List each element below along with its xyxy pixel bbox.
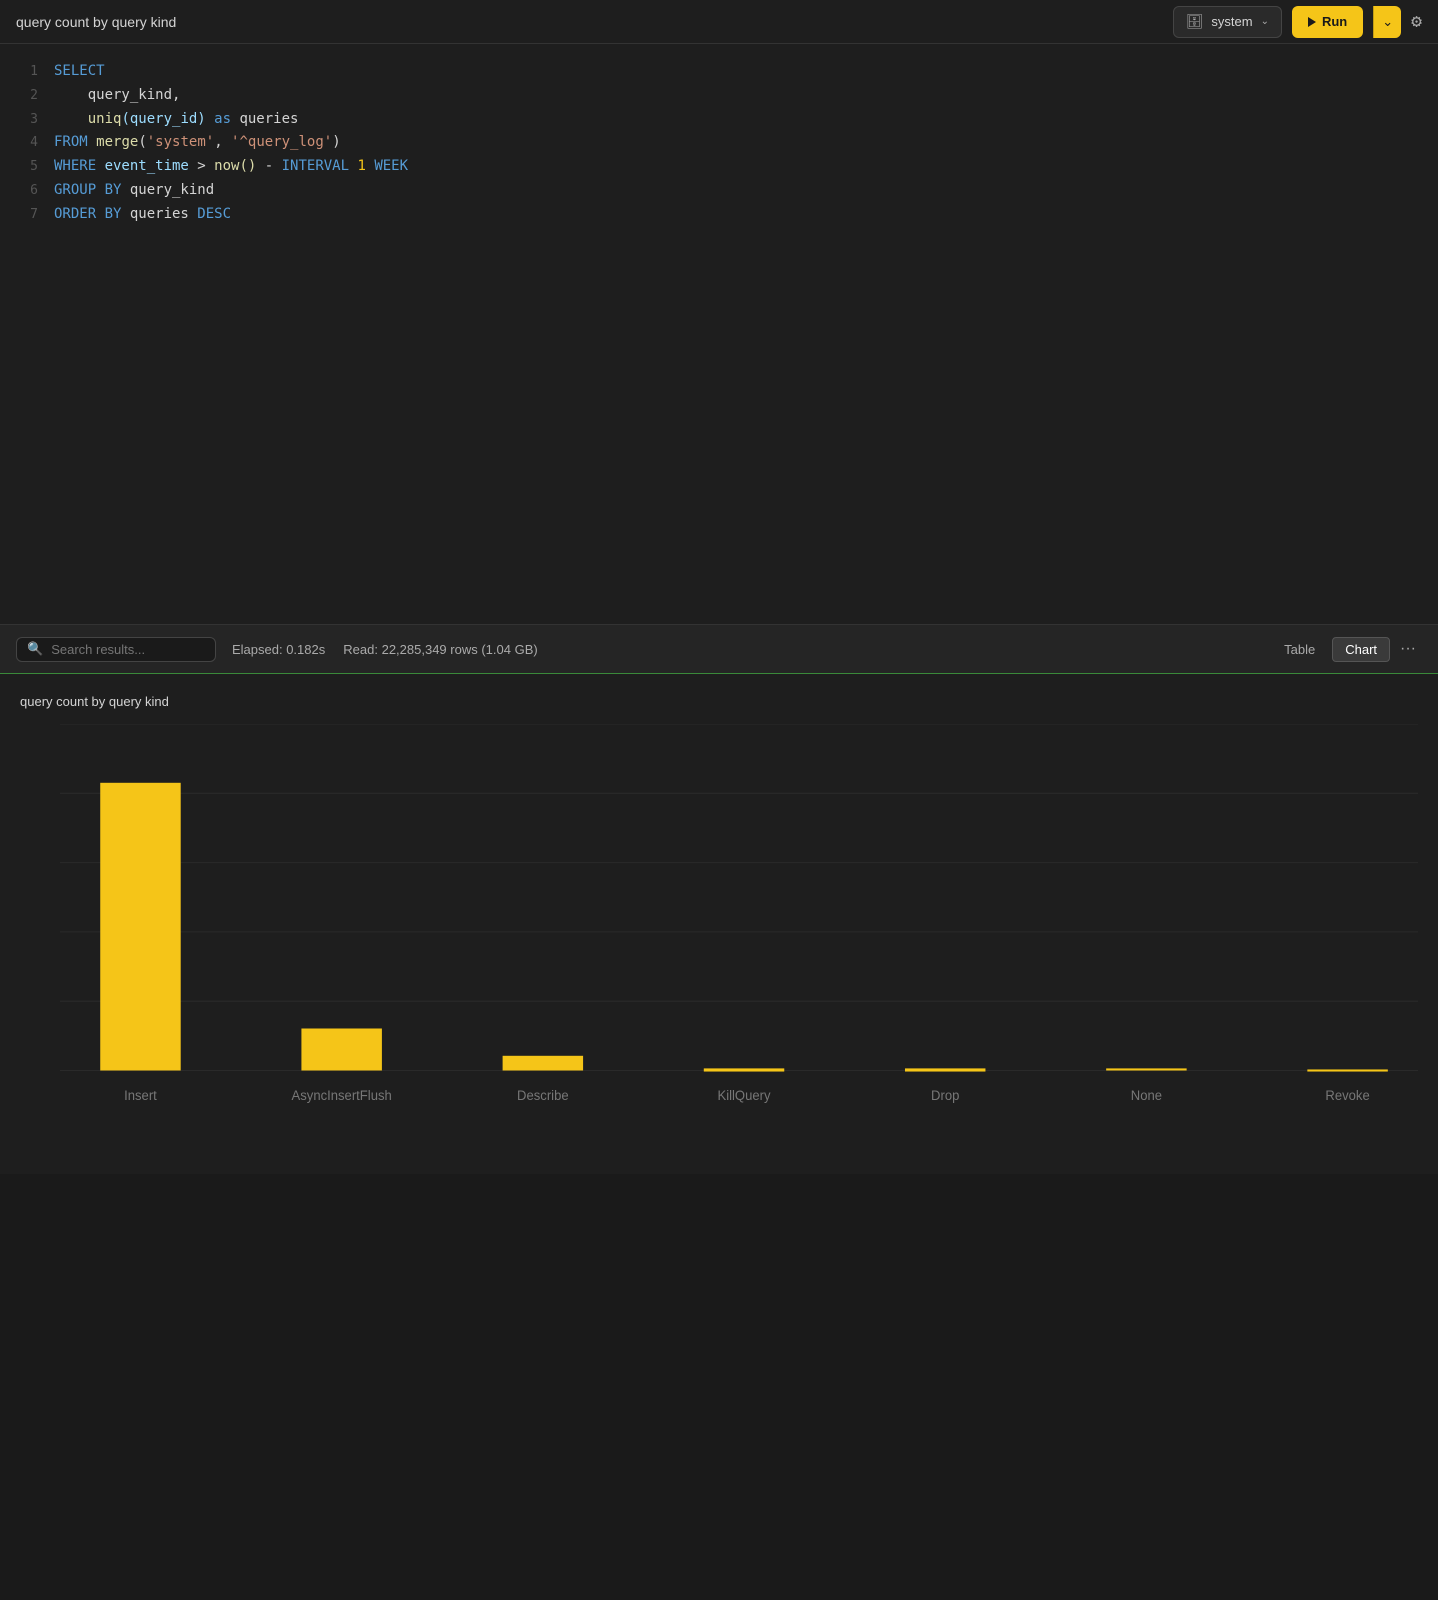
code-token: query_kind bbox=[54, 87, 172, 103]
svg-text:KillQuery: KillQuery bbox=[718, 1088, 771, 1103]
chart-title: query count by query kind bbox=[20, 694, 169, 709]
run-button[interactable]: Run bbox=[1292, 6, 1363, 38]
elapsed-text: Elapsed: 0.182s bbox=[232, 642, 325, 657]
table-view-button[interactable]: Table bbox=[1271, 637, 1328, 662]
code-token: uniq bbox=[88, 111, 122, 127]
code-line: 2 query_kind, bbox=[0, 84, 1438, 108]
chart-view-button[interactable]: Chart bbox=[1332, 637, 1390, 662]
chart-area: query count by query kind 10M 8M 6M 4M 2… bbox=[0, 674, 1438, 1174]
read-text: Read: 22,285,349 rows (1.04 GB) bbox=[343, 642, 537, 657]
code-token: queries bbox=[130, 206, 197, 222]
search-box[interactable]: 🔍 bbox=[16, 637, 216, 662]
code-token: , bbox=[214, 134, 231, 150]
header-controls: 🗄 system ⌄ Run ⌄ ⚙ bbox=[1173, 6, 1422, 38]
code-line: 7 ORDER BY queries DESC bbox=[0, 203, 1438, 227]
code-token: > bbox=[197, 158, 214, 174]
svg-text:Revoke: Revoke bbox=[1325, 1088, 1369, 1103]
line-number: 2 bbox=[8, 85, 38, 107]
code-token: SELECT bbox=[54, 63, 105, 79]
db-selector[interactable]: 🗄 system ⌄ bbox=[1173, 6, 1282, 38]
code-token: GROUP BY bbox=[54, 182, 130, 198]
code-token: now() bbox=[214, 158, 256, 174]
code-content: SELECT bbox=[54, 60, 105, 84]
run-dropdown-button[interactable]: ⌄ bbox=[1373, 6, 1401, 38]
chevron-icon: ⌄ bbox=[1261, 16, 1269, 27]
bar-describe bbox=[503, 1056, 583, 1071]
line-number: 1 bbox=[8, 61, 38, 83]
code-line: 5 WHERE event_time > now() - INTERVAL 1 W… bbox=[0, 155, 1438, 179]
code-token: as bbox=[214, 111, 239, 127]
code-line: 4 FROM merge('system', '^query_log') bbox=[0, 131, 1438, 155]
code-token: ) bbox=[332, 134, 340, 150]
svg-text:AsyncInsertFlush: AsyncInsertFlush bbox=[292, 1088, 392, 1103]
code-line: 6 GROUP BY query_kind bbox=[0, 179, 1438, 203]
code-token: ORDER BY bbox=[54, 206, 130, 222]
page-title: query count by query kind bbox=[16, 14, 176, 30]
settings-icon[interactable]: ⚙ bbox=[1411, 11, 1422, 32]
view-buttons: Table Chart ··· bbox=[1271, 637, 1422, 662]
svg-text:None: None bbox=[1131, 1088, 1162, 1103]
run-play-icon bbox=[1308, 17, 1316, 27]
results-toolbar: 🔍 Elapsed: 0.182s Read: 22,285,349 rows … bbox=[0, 624, 1438, 674]
bar-revoke bbox=[1307, 1069, 1387, 1071]
header: query count by query kind 🗄 system ⌄ Run… bbox=[0, 0, 1438, 44]
code-token: merge bbox=[96, 134, 138, 150]
line-number: 7 bbox=[8, 204, 38, 226]
code-line: 3 uniq(query_id) as queries bbox=[0, 108, 1438, 132]
bar-none bbox=[1106, 1068, 1186, 1070]
search-input[interactable] bbox=[51, 642, 191, 657]
bar-drop bbox=[905, 1068, 985, 1071]
code-token: '^query_log' bbox=[231, 134, 332, 150]
code-token: DESC bbox=[197, 206, 231, 222]
code-line: 1 SELECT bbox=[0, 60, 1438, 84]
svg-text:Describe: Describe bbox=[517, 1088, 569, 1103]
code-token: - bbox=[256, 158, 281, 174]
chevron-down-icon: ⌄ bbox=[1382, 14, 1393, 30]
database-icon: 🗄 bbox=[1186, 13, 1204, 30]
line-number: 6 bbox=[8, 180, 38, 202]
more-options-button[interactable]: ··· bbox=[1394, 638, 1422, 660]
code-token: WHERE bbox=[54, 158, 105, 174]
code-token: queries bbox=[239, 111, 298, 127]
line-number: 3 bbox=[8, 109, 38, 131]
bar-insert bbox=[100, 783, 180, 1071]
code-token: event_time bbox=[105, 158, 198, 174]
code-token: 'system' bbox=[147, 134, 214, 150]
code-content: query_kind, bbox=[54, 84, 180, 108]
search-icon: 🔍 bbox=[27, 642, 43, 657]
bar-kill-query bbox=[704, 1068, 784, 1071]
code-token: 1 bbox=[357, 158, 374, 174]
code-token: , bbox=[172, 87, 180, 103]
bar-async-insert-flush bbox=[301, 1029, 381, 1071]
code-content: GROUP BY query_kind bbox=[54, 179, 214, 203]
code-token: query_kind bbox=[130, 182, 214, 198]
code-token: INTERVAL bbox=[282, 158, 358, 174]
code-content: uniq(query_id) as queries bbox=[54, 108, 298, 132]
line-number: 4 bbox=[8, 132, 38, 154]
code-content: ORDER BY queries DESC bbox=[54, 203, 231, 227]
code-token: WEEK bbox=[374, 158, 408, 174]
svg-text:Insert: Insert bbox=[124, 1088, 157, 1103]
code-content: FROM merge('system', '^query_log') bbox=[54, 131, 341, 155]
code-content: WHERE event_time > now() - INTERVAL 1 WE… bbox=[54, 155, 408, 179]
svg-text:Drop: Drop bbox=[931, 1088, 959, 1103]
run-label: Run bbox=[1322, 14, 1347, 29]
line-number: 5 bbox=[8, 156, 38, 178]
code-token: ( bbox=[138, 134, 146, 150]
stats-text: Elapsed: 0.182s Read: 22,285,349 rows (1… bbox=[232, 642, 1255, 657]
editor-area[interactable]: 1SELECT2 query_kind,3 uniq(query_id) as … bbox=[0, 44, 1438, 624]
chart-svg: 10M 8M 6M 4M 2M 0 Insert AsyncInsertFlus… bbox=[60, 724, 1418, 1144]
db-label: system bbox=[1211, 14, 1252, 29]
chart-container: 10M 8M 6M 4M 2M 0 Insert AsyncInsertFlus… bbox=[60, 724, 1418, 1144]
code-token bbox=[54, 111, 88, 127]
code-token: FROM bbox=[54, 134, 96, 150]
code-token: (query_id) bbox=[121, 111, 214, 127]
